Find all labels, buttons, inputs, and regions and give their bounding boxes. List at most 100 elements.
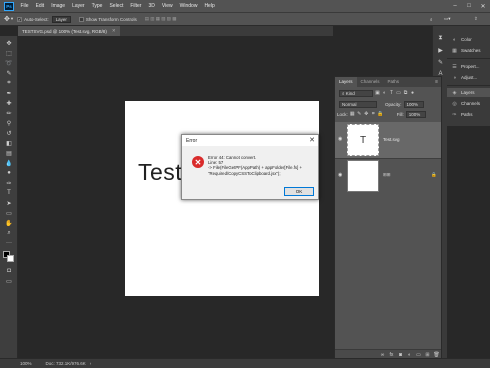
menu-layer[interactable]: Layer (69, 0, 89, 12)
share-icon[interactable]: ⇪ (474, 16, 478, 22)
lock-paint-icon[interactable]: ✎ (357, 111, 362, 117)
lock-move-icon[interactable]: ✥ (364, 111, 369, 117)
panel-paths[interactable]: ✑ Paths (451, 110, 472, 119)
adjustment-layer-icon[interactable]: ◐ (405, 352, 414, 358)
healing-brush-tool-icon[interactable]: ✚ (3, 99, 15, 107)
ok-button[interactable]: OK (284, 187, 314, 196)
screen-mode-icon[interactable]: ▭ (3, 277, 15, 285)
opacity-input[interactable]: 100% (403, 100, 424, 108)
menu-type[interactable]: Type (88, 0, 106, 12)
chevron-right-icon[interactable]: › (90, 361, 92, 366)
visibility-eye-icon[interactable]: ◉ (338, 136, 342, 142)
dodge-tool-icon[interactable]: ● (3, 169, 15, 177)
tab-paths[interactable]: Paths (384, 77, 404, 87)
visibility-eye-icon[interactable]: ◉ (338, 172, 342, 178)
menu-file[interactable]: File (17, 0, 32, 12)
minimize-button[interactable]: – (448, 0, 462, 12)
delete-layer-icon[interactable]: 🗑 (432, 352, 441, 358)
new-group-icon[interactable]: ▭ (414, 352, 423, 358)
filter-pixel-icon[interactable]: ▣ (375, 90, 380, 96)
menu-select[interactable]: Select (106, 0, 127, 12)
brush-settings-icon[interactable]: ✎ (436, 58, 445, 66)
panel-swatches-label: Swatches (461, 48, 481, 53)
error-message: Error 44: Cannot convert. Line: 57 -> Fi… (208, 155, 302, 176)
close-window-button[interactable]: ✕ (476, 0, 490, 12)
clone-stamp-tool-icon[interactable]: ⚲ (3, 119, 15, 127)
pen-tool-icon[interactable]: ✑ (3, 179, 15, 187)
close-icon[interactable]: ✕ (309, 135, 315, 146)
panel-menu-icon[interactable]: ≡ (435, 77, 438, 87)
zoom-tool-icon[interactable]: ⌕ (3, 229, 15, 237)
gradient-tool-icon[interactable]: ▤ (3, 149, 15, 157)
tab-channels[interactable]: Channels (357, 77, 384, 87)
new-layer-icon[interactable]: ⊞ (423, 352, 432, 358)
filter-type-icon[interactable]: T (389, 90, 394, 96)
play-actions-icon[interactable]: ▶ (436, 46, 445, 54)
lasso-tool-icon[interactable]: ➰ (3, 59, 15, 67)
menu-filter[interactable]: Filter (127, 0, 145, 12)
menu-view[interactable]: View (158, 0, 176, 12)
workspace-icon[interactable]: ▭▾ (444, 16, 451, 22)
panel-swatches[interactable]: ▦ Swatches (451, 46, 481, 55)
chevron-down-icon[interactable]: ▾ (11, 16, 13, 22)
blend-row: Normal Opacity: 100% (337, 100, 424, 108)
lock-artboard-icon[interactable]: ⌗ (371, 111, 376, 117)
move-tool-icon[interactable]: ✥ (3, 39, 15, 47)
hand-tool-icon[interactable]: ✋ (3, 219, 15, 227)
quick-select-tool-icon[interactable]: ✎ (3, 69, 15, 77)
history-icon[interactable]: ⧗ (436, 34, 445, 42)
panel-channels[interactable]: ◎ Channels (451, 99, 480, 108)
panel-properties[interactable]: ☰ Propert... (451, 62, 479, 71)
divider (447, 58, 490, 59)
menu-image[interactable]: Image (48, 0, 69, 12)
link-layers-icon[interactable]: ∞ (378, 352, 387, 358)
layer-name[interactable]: Test.svg (383, 137, 400, 142)
add-mask-icon[interactable]: ◙ (396, 352, 405, 358)
doc-info[interactable]: Doc: 732.1K/976.6K (46, 361, 86, 366)
path-selection-tool-icon[interactable]: ➤ (3, 199, 15, 207)
align-icons[interactable]: ▤ ▥ ▦ ▧ ▨ ▩ (145, 16, 177, 22)
menu-3d[interactable]: 3D (145, 0, 158, 12)
panel-adjustments-label: Adjust... (461, 75, 478, 80)
show-transform-checkbox[interactable] (78, 16, 84, 22)
lock-all-icon[interactable]: 🔒 (377, 111, 383, 117)
marquee-tool-icon[interactable]: ⬚ (3, 49, 15, 57)
background-color-swatch[interactable] (7, 255, 14, 262)
menu-window[interactable]: Window (176, 0, 201, 12)
blur-tool-icon[interactable]: 💧 (3, 159, 15, 167)
auto-select-checkbox[interactable]: ✓ (17, 16, 23, 22)
filter-kind-select[interactable]: ⌕ Kind (339, 89, 373, 97)
fill-input[interactable]: 100% (405, 110, 426, 118)
zoom-level[interactable]: 100% (20, 361, 32, 366)
tab-layers[interactable]: Layers (335, 77, 357, 87)
filter-toggle-icon[interactable]: ● (410, 90, 415, 96)
menu-help[interactable]: Help (201, 0, 218, 12)
close-tab-icon[interactable]: ✕ (112, 28, 116, 34)
auto-select-dropdown[interactable]: Layer (51, 15, 71, 23)
eyedropper-tool-icon[interactable]: ✒ (3, 89, 15, 97)
layer-row[interactable]: ◉ ⊞⊞ 🔒 (335, 158, 441, 192)
maximize-button[interactable]: □ (462, 0, 476, 12)
blend-mode-select[interactable]: Normal (339, 100, 377, 108)
brush-tool-icon[interactable]: ✏ (3, 109, 15, 117)
type-tool-icon[interactable]: T (3, 189, 15, 197)
lock-pixels-icon[interactable]: ▦ (350, 111, 355, 117)
layer-row[interactable]: ◉ T Test.svg (335, 122, 441, 158)
eraser-tool-icon[interactable]: ◧ (3, 139, 15, 147)
search-icon[interactable]: ⌕ (430, 17, 433, 22)
crop-tool-icon[interactable]: ⌗ (3, 79, 15, 87)
panel-adjustments[interactable]: ◑ Adjust... (451, 73, 477, 82)
filter-smart-object-icon[interactable]: ⧉ (403, 90, 408, 96)
history-brush-tool-icon[interactable]: ↺ (3, 129, 15, 137)
document-tab[interactable]: TESTSVG.psd @ 100% (Test.svg, RGB/8) ✕ (18, 26, 120, 36)
menu-edit[interactable]: Edit (32, 0, 48, 12)
layer-style-icon[interactable]: fx (387, 352, 396, 358)
filter-shape-icon[interactable]: ▭ (396, 90, 401, 96)
move-tool-icon[interactable]: ✥ (4, 15, 10, 23)
panel-color[interactable]: ◐ Color (451, 35, 472, 44)
shape-tool-icon[interactable]: ▭ (3, 209, 15, 217)
quick-mask-icon[interactable]: ◘ (3, 267, 15, 275)
panel-layers[interactable]: ◈ Layers (447, 88, 490, 97)
more-tools-icon[interactable]: ··· (3, 239, 15, 247)
filter-adjustment-icon[interactable]: ◐ (382, 90, 387, 96)
